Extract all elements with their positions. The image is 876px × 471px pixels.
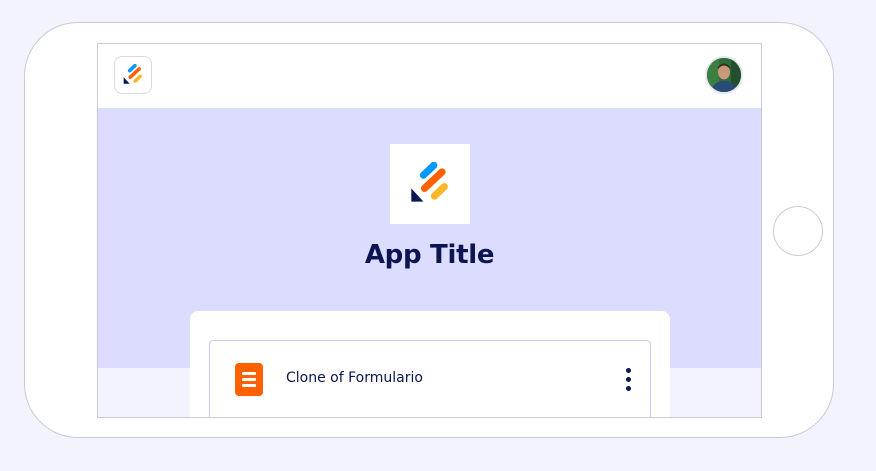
app-screen: App Title Clone of Formulario — [97, 43, 762, 418]
forms-card: Clone of Formulario — [190, 311, 670, 417]
jotform-logo-icon — [123, 64, 142, 84]
app-title: App Title — [364, 240, 495, 270]
more-options-button[interactable] — [616, 364, 640, 394]
header-logo-icon[interactable] — [114, 56, 152, 94]
form-list-item[interactable]: Clone of Formulario — [209, 340, 651, 417]
jotform-logo-icon — [411, 162, 448, 202]
avatar-icon — [707, 58, 741, 92]
form-name: Clone of Formulario — [286, 370, 423, 386]
app-logo — [390, 144, 470, 224]
top-bar — [98, 44, 761, 108]
user-avatar[interactable] — [705, 56, 743, 94]
home-button — [773, 206, 823, 256]
form-document-icon — [235, 363, 263, 396]
more-vertical-icon — [625, 367, 631, 373]
